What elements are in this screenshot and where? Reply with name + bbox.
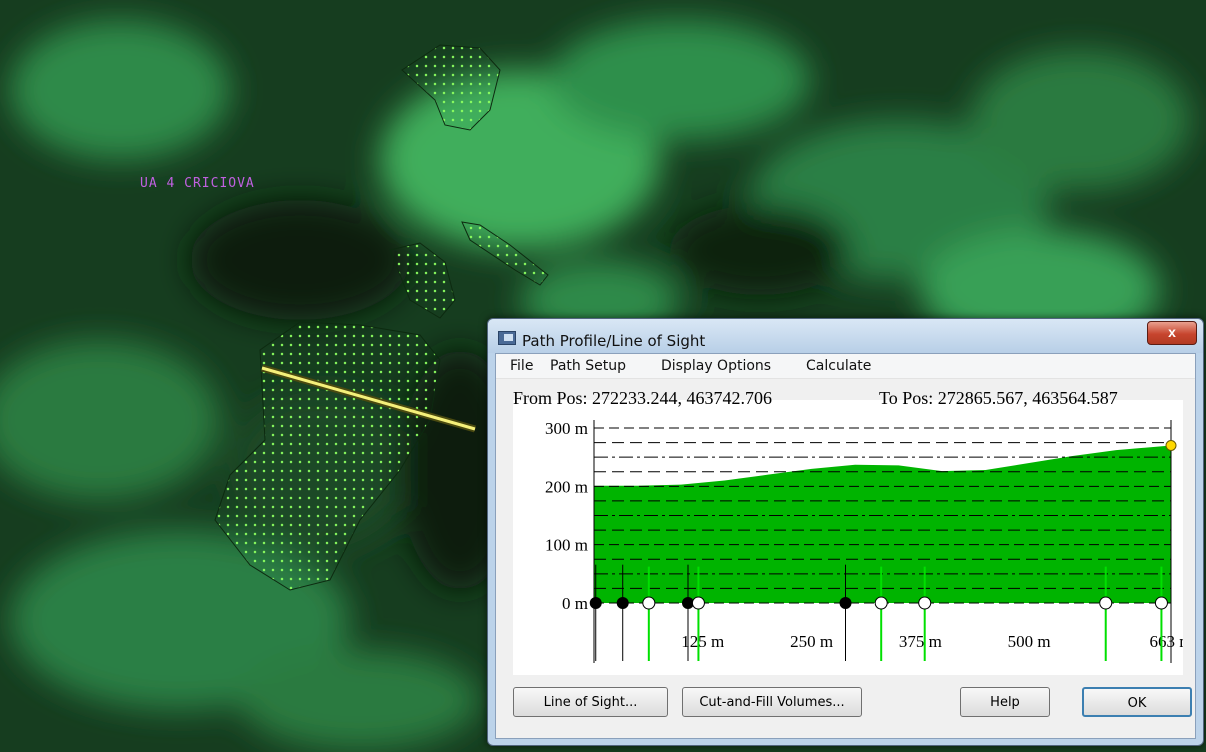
marker-point (918, 596, 932, 610)
help-button[interactable]: Help (960, 687, 1050, 717)
menu-file[interactable]: File (510, 358, 533, 374)
menu-path-setup[interactable]: Path Setup (550, 358, 626, 374)
menu-display-options[interactable]: Display Options (661, 358, 771, 374)
path-profile-dialog: Path Profile/Line of Sight x File Path S… (487, 318, 1204, 746)
from-position: From Pos: 272233.244, 463742.706 (513, 388, 773, 408)
y-tick-label: 300 m (545, 419, 588, 438)
x-tick-label: 500 m (1008, 632, 1051, 651)
x-tick-label: 250 m (790, 632, 833, 651)
x-tick-label: 663 m (1150, 632, 1183, 651)
y-tick-label: 200 m (545, 477, 588, 496)
map-area-label: UA 4 CRICIOVA (140, 176, 255, 191)
dialog-title: Path Profile/Line of Sight (522, 332, 706, 350)
marker-point (1154, 596, 1168, 610)
marker-point (616, 597, 629, 609)
terrain-area (594, 445, 1171, 603)
marker-point (1099, 596, 1113, 610)
cut-and-fill-button[interactable]: Cut-and-Fill Volumes... (682, 687, 862, 717)
x-tick-label: 375 m (899, 632, 942, 651)
dialog-client: File Path Setup Display Options Calculat… (495, 353, 1196, 739)
profile-chart: 300 m200 m100 m0 m125 m250 m375 m500 m66… (545, 419, 1192, 663)
profile-plot[interactable]: 300 m200 m100 m0 m125 m250 m375 m500 m66… (513, 388, 1192, 675)
endpoint-marker (1165, 440, 1177, 451)
menubar: File Path Setup Display Options Calculat… (496, 354, 1195, 379)
marker-point (691, 596, 705, 610)
close-button[interactable]: x (1147, 321, 1197, 345)
marker-point (874, 596, 888, 610)
line-of-sight-button[interactable]: Line of Sight... (513, 687, 668, 717)
to-position: To Pos: 272865.567, 463564.587 (879, 388, 1118, 408)
marker-point (589, 597, 602, 609)
y-tick-label: 0 m (562, 594, 588, 613)
marker-point (642, 596, 656, 610)
window-icon (498, 331, 516, 345)
y-tick-label: 100 m (545, 536, 588, 555)
menu-calculate[interactable]: Calculate (806, 358, 871, 374)
dialog-titlebar[interactable]: Path Profile/Line of Sight x (488, 319, 1203, 353)
ok-button[interactable]: OK (1082, 687, 1192, 717)
marker-point (839, 597, 852, 609)
